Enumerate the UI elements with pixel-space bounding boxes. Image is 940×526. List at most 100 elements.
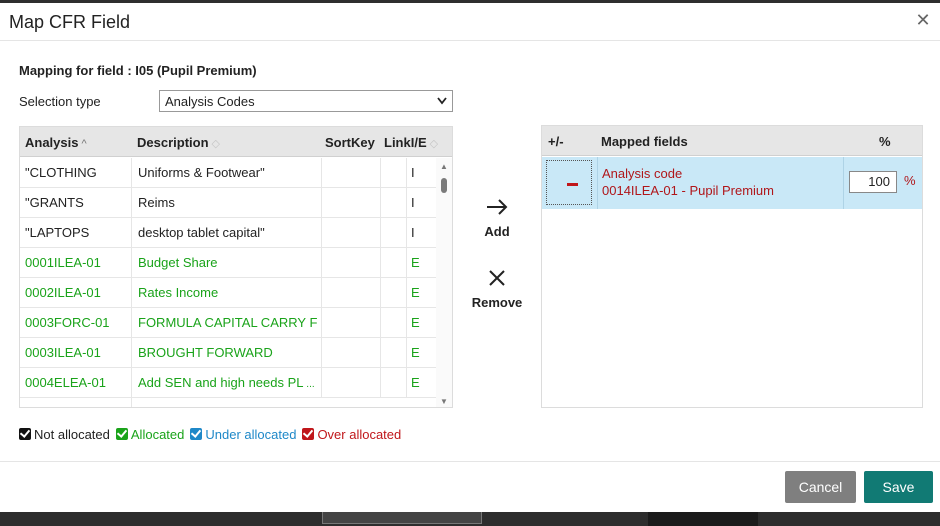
link-cell — [380, 308, 406, 338]
remove-button[interactable]: Remove — [467, 267, 527, 310]
column-header-description[interactable]: Description ◇ — [137, 135, 220, 150]
table-row[interactable]: 0002ILEA-01 Rates Income E — [20, 278, 438, 308]
footer-divider — [0, 461, 940, 462]
description-cell: BROUGHT FORWARD — [138, 345, 273, 360]
column-header-plus-minus: +/- — [548, 134, 564, 149]
description-cell: Rates Income — [138, 285, 219, 300]
link-cell — [380, 158, 406, 188]
background-app-footer — [0, 510, 940, 526]
table-row[interactable]: 0003FORC-01 FORMULA CAPITAL CARRY F ... E — [20, 308, 438, 338]
remove-label: Remove — [471, 295, 523, 310]
sortkey-cell — [321, 248, 380, 278]
background-mapped-button — [648, 510, 758, 526]
link-cell — [380, 278, 406, 308]
description-cell: desktop tablet capital" — [138, 225, 265, 240]
sort-asc-icon: ^ — [81, 138, 87, 150]
table-row[interactable]: 0004ELEA-01 Add SEN and high needs PL ...… — [20, 368, 438, 398]
scrollbar-thumb[interactable] — [441, 178, 447, 193]
link-cell — [380, 218, 406, 248]
legend-item: Over allocated — [302, 427, 401, 442]
link-cell — [380, 368, 406, 398]
analysis-cell: "GRANTS — [25, 195, 84, 210]
table-row[interactable]: "GRANTS Reims I — [20, 188, 438, 218]
link-cell — [380, 188, 406, 218]
description-cell: Uniforms & Footwear" — [138, 165, 265, 180]
background-field — [322, 510, 482, 524]
scroll-down-icon[interactable]: ▼ — [440, 397, 448, 406]
dialog-title-bar: Map CFR Field ✕ — [0, 3, 940, 41]
sortkey-cell — [321, 218, 380, 248]
sortkey-cell — [321, 338, 380, 368]
sortkey-cell — [321, 368, 380, 398]
mapping-field-label: Mapping for field : I05 (Pupil Premium) — [19, 63, 257, 78]
selection-type-value: Analysis Codes — [165, 94, 255, 109]
description-cell: Add SEN and high needs PL ... — [138, 375, 315, 390]
ie-cell: I — [406, 218, 438, 248]
percent-sign: % — [904, 173, 916, 188]
checkbox-icon — [302, 428, 315, 440]
description-cell: FORMULA CAPITAL CARRY F ... — [138, 308, 320, 338]
mapped-grid-header: +/- Mapped fields % — [542, 126, 922, 156]
table-row[interactable]: "CLOTHING Uniforms & Footwear" I — [20, 158, 438, 188]
column-header-link-ie[interactable]: LinkI/E ◇ — [384, 135, 438, 150]
chevron-down-icon — [436, 92, 448, 113]
column-divider — [843, 157, 844, 209]
save-button[interactable]: Save — [864, 471, 933, 503]
close-icon[interactable]: ✕ — [914, 11, 932, 29]
analysis-cell: 0003FORC-01 — [25, 315, 110, 330]
analysis-cell: "CLOTHING — [25, 165, 97, 180]
sort-icon: ◇ — [429, 138, 439, 150]
close-x-icon — [467, 267, 527, 293]
scroll-up-icon[interactable]: ▲ — [440, 162, 448, 171]
column-header-mapped-fields: Mapped fields — [601, 134, 688, 149]
sort-icon: ◇ — [211, 138, 220, 150]
selection-type-select[interactable]: Analysis Codes — [159, 90, 453, 112]
mapped-field-type: Analysis code — [602, 166, 683, 181]
column-header-sortkey[interactable]: SortKey — [325, 135, 375, 150]
legend-item: Allocated — [115, 427, 184, 442]
link-cell — [380, 338, 406, 368]
description-cell: Budget Share — [138, 255, 218, 270]
sortkey-cell — [321, 278, 380, 308]
sortkey-cell — [321, 308, 380, 338]
table-row[interactable]: 0003ILEA-01 BROUGHT FORWARD E — [20, 338, 438, 368]
selection-type-label: Selection type — [19, 94, 101, 109]
legend-label: Not allocated — [34, 427, 110, 442]
checkbox-icon — [19, 428, 31, 440]
add-label: Add — [484, 224, 510, 239]
analysis-cell: 0003ILEA-01 — [25, 345, 101, 360]
percent-input[interactable]: 100 — [849, 171, 897, 193]
ie-cell: E — [406, 308, 438, 338]
checkbox-icon — [190, 428, 203, 440]
column-divider — [597, 157, 598, 209]
mapped-fields-grid: +/- Mapped fields % Analysis code 0014IL… — [541, 125, 923, 408]
mapped-field-name: 0014ILEA-01 - Pupil Premium — [602, 183, 774, 198]
arrow-right-icon — [467, 196, 527, 222]
cancel-button[interactable]: Cancel — [785, 471, 856, 503]
ie-cell: E — [406, 278, 438, 308]
truncation-ellipsis-icon: ... — [303, 379, 315, 390]
ie-cell: E — [406, 368, 438, 398]
legend-item: Under allocated — [190, 427, 296, 442]
analysis-cell: 0002ILEA-01 — [25, 285, 101, 300]
sortkey-cell — [321, 158, 380, 188]
allocation-legend: Not allocated Allocated Under allocated Ove… — [19, 427, 407, 442]
add-button[interactable]: Add — [467, 196, 527, 239]
legend-item: Not allocated — [19, 427, 110, 442]
checkbox-icon — [115, 428, 128, 440]
remove-mapping-button[interactable] — [546, 160, 592, 205]
ie-cell: I — [406, 188, 438, 218]
truncation-ellipsis-icon: ... — [317, 319, 320, 330]
table-row[interactable]: 0001ILEA-01 Budget Share E — [20, 248, 438, 278]
analysis-grid: Analysis ^ Description ◇ SortKey LinkI/E ◇ … — [19, 126, 453, 408]
table-row[interactable]: "LAPTOPS desktop tablet capital" I — [20, 218, 438, 248]
ie-cell: E — [406, 248, 438, 278]
description-cell: Reims — [138, 195, 175, 210]
grid-scrollbar[interactable]: ▲ ▼ — [436, 158, 452, 407]
column-header-analysis[interactable]: Analysis ^ — [25, 135, 87, 150]
sortkey-cell — [321, 188, 380, 218]
dialog-title: Map CFR Field — [9, 12, 131, 32]
analysis-cell: 0001ILEA-01 — [25, 255, 101, 270]
mapped-row[interactable]: Analysis code 0014ILEA-01 - Pupil Premiu… — [542, 157, 922, 209]
analysis-cell: "LAPTOPS — [25, 225, 90, 240]
